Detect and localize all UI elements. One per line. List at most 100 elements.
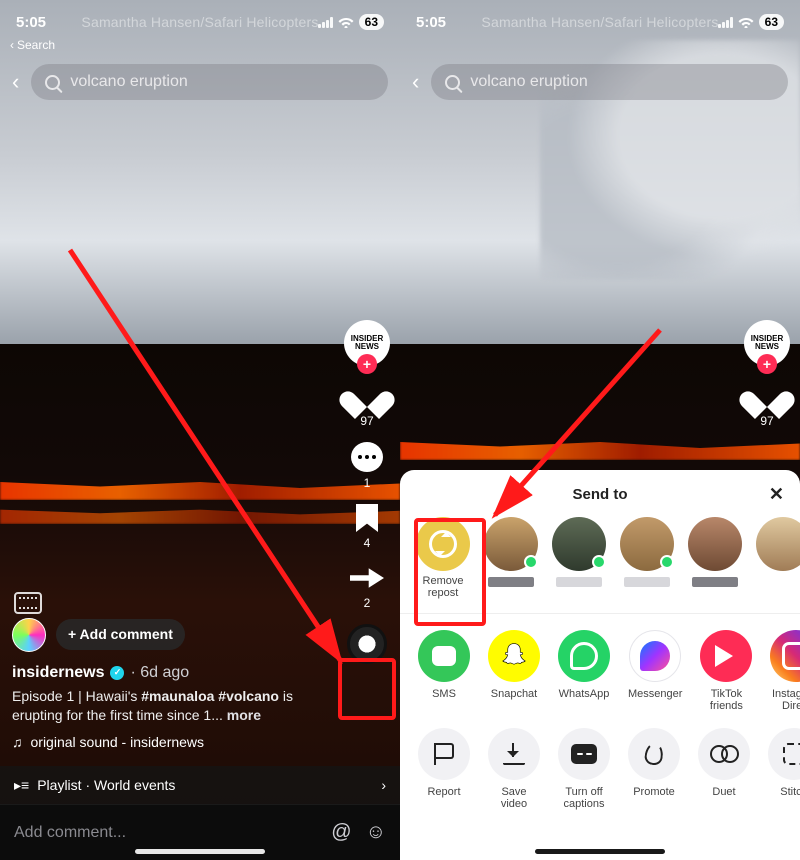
status-bar: 5:05 63 [0,0,400,44]
share-whatsapp[interactable]: WhatsApp [558,630,610,712]
action-duet[interactable]: Duet [698,728,750,810]
contact-item[interactable] [552,517,606,599]
cellular-icon [318,17,333,28]
contact-name-redacted [692,577,738,587]
messenger-icon [629,630,681,682]
mention-icon[interactable]: @ [331,821,351,844]
instagram-icon [770,630,800,682]
back-button[interactable]: ‹ [412,69,419,95]
search-field[interactable]: volcano eruption [31,64,388,100]
home-indicator [135,849,265,854]
caption[interactable]: Episode 1 | Hawaii's #maunaloa #volcano … [12,687,320,725]
share-instagram[interactable]: Instagram Direct [770,630,800,712]
remove-repost-button[interactable]: Remove repost [416,517,470,599]
contact-name-redacted [624,577,670,587]
action-captions[interactable]: Turn off captions [558,728,610,810]
sound-disc[interactable] [347,624,387,664]
follow-plus-icon[interactable]: + [357,354,377,374]
action-save-video[interactable]: Save video [488,728,540,810]
phone-left: Samantha Hansen/Safari Helicopters 5:05 … [0,0,400,860]
follow-plus-icon[interactable]: + [757,354,777,374]
online-dot-icon [524,555,538,569]
share-messenger[interactable]: Messenger [628,630,682,712]
music-note-icon: ♫ [12,733,23,752]
save-count: 4 [364,536,371,550]
chevron-left-icon: ‹ [10,38,14,52]
share-snapchat[interactable]: Snapchat [488,630,540,712]
contact-item[interactable] [484,517,538,599]
like-button[interactable]: 97 [750,380,784,428]
back-to-search[interactable]: ‹ Search [10,38,55,52]
contact-avatar [484,517,538,571]
poster-avatar[interactable]: INSIDER NEWS + [344,320,390,366]
like-button[interactable]: 97 [350,380,384,428]
captions-keyboard-icon[interactable] [14,592,42,614]
heart-icon [750,380,784,410]
search-query: volcano eruption [470,73,587,91]
cellular-icon [718,17,733,28]
like-count: 97 [360,414,373,428]
disc-icon [347,624,387,664]
comment-button[interactable]: 1 [351,442,383,490]
contacts-row: Remove repost [400,513,800,605]
share-tiktok-friends[interactable]: TikTok friends [700,630,752,712]
download-icon [488,728,540,780]
captions-icon [558,728,610,780]
contact-item[interactable] [756,517,800,599]
username: insidernews [12,662,104,684]
tiktok-friends-icon [700,630,752,682]
share-sms[interactable]: SMS [418,630,470,712]
playlist-bar[interactable]: ▸≡ Playlist · World events › [0,766,400,804]
poster-avatar[interactable]: INSIDER NEWS + [744,320,790,366]
share-apps-row: SMS Snapchat WhatsApp Messenger TikTok f… [400,622,800,720]
emoji-icon[interactable]: ☺ [366,821,386,844]
save-button[interactable]: 4 [356,504,378,550]
search-query: volcano eruption [70,73,187,91]
contact-item[interactable] [688,517,742,599]
duet-icon [698,728,750,780]
action-promote[interactable]: Promote [628,728,680,810]
search-row: ‹ volcano eruption [0,62,400,102]
battery-indicator: 63 [759,14,784,30]
online-dot-icon [660,555,674,569]
comment-count: 1 [364,476,371,490]
post-info: + Add comment insidernews ✓ · 6d ago Epi… [12,618,320,752]
contact-avatar [620,517,674,571]
playlist-icon: ▸≡ [14,777,29,794]
share-count: 2 [364,596,371,610]
verified-badge-icon: ✓ [110,666,124,680]
sms-icon [418,630,470,682]
close-button[interactable]: ✕ [769,484,784,505]
add-comment-pill[interactable]: + Add comment [56,619,185,650]
snapchat-icon [488,630,540,682]
action-stitch[interactable]: Stitch [768,728,800,810]
repost-icon [416,517,470,571]
sound-row[interactable]: ♫ original sound - insidernews [12,733,320,752]
commenter-avatar[interactable] [12,618,46,652]
username-row[interactable]: insidernews ✓ · 6d ago [12,662,320,684]
status-time: 5:05 [416,14,446,31]
flame-icon [628,728,680,780]
contact-item[interactable] [620,517,674,599]
contact-name-redacted [556,577,602,587]
contact-avatar [756,517,800,571]
comment-placeholder: Add comment... [14,824,317,842]
back-button[interactable]: ‹ [12,69,19,95]
like-count: 97 [760,414,773,428]
action-rail: INSIDER NEWS + 97 1 4 2 [344,320,390,664]
comment-icon [351,442,383,472]
action-report[interactable]: Report [418,728,470,810]
share-button[interactable]: 2 [350,564,384,610]
contact-avatar [552,517,606,571]
share-actions-row: Report Save video Turn off captions Prom… [400,720,800,818]
whatsapp-icon [558,630,610,682]
search-row: ‹ volcano eruption [400,62,800,102]
wifi-icon [338,16,354,28]
sound-name: original sound - insidernews [31,733,205,752]
search-field[interactable]: volcano eruption [431,64,788,100]
playlist-label: Playlist · World events [37,777,175,793]
phone-right: Samantha Hansen/Safari Helicopters 5:05 … [400,0,800,860]
home-indicator [535,849,665,854]
more-link[interactable]: more [223,707,261,723]
online-dot-icon [592,555,606,569]
